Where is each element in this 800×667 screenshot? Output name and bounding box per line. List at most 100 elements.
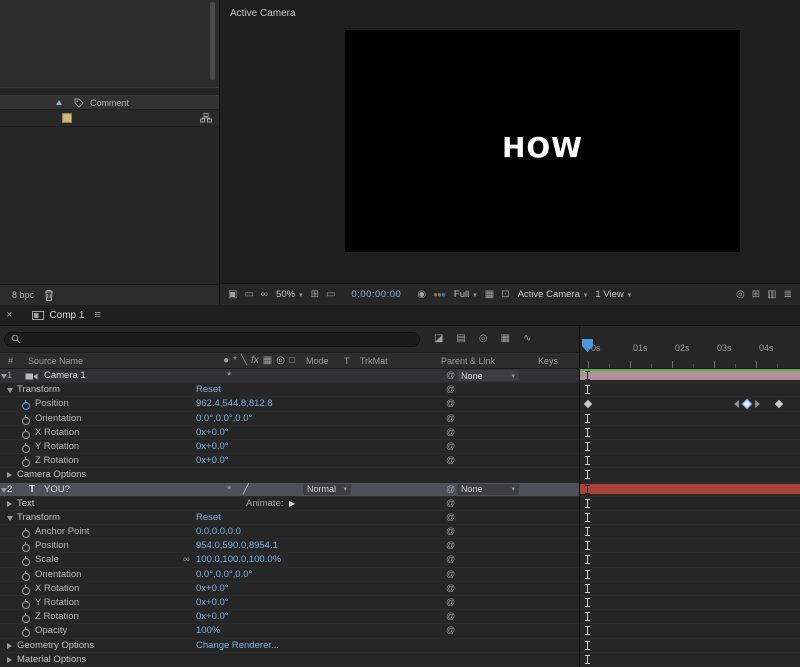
parent-pickwhip-icon[interactable]: @ [446,398,455,408]
property-name[interactable]: Position [35,540,69,551]
parent-pickwhip-icon[interactable]: @ [446,611,455,621]
parent-pickwhip-icon[interactable]: @ [446,554,455,564]
composition-frame[interactable]: HOW [345,30,740,252]
prev-keyframe-arrow[interactable] [734,400,739,408]
property-name[interactable]: Anchor Point [35,526,89,537]
fx-icon[interactable]: fx [251,356,259,366]
transparency-grid-icon[interactable]: ▦ [485,290,494,300]
column-source-name[interactable]: Source Name [28,356,83,366]
timeline-track-row[interactable] [580,582,800,596]
timeline-track-row[interactable] [580,468,800,482]
property-value[interactable]: 0x+0.0° [196,455,229,466]
property-name[interactable]: Opacity [35,625,67,636]
twirl-icon[interactable] [7,501,12,507]
collapse-transformations-icon[interactable]: * [233,356,237,366]
draft-3d-icon[interactable]: ▦ [501,334,510,344]
choose-grid-icon[interactable]: ⊞ [311,290,319,300]
collapse-switch-icon[interactable]: * [227,484,231,496]
next-keyframe-arrow[interactable] [755,400,760,408]
label-color-swatch[interactable] [62,113,72,123]
quality-icon[interactable]: ╲ [241,356,247,366]
property-name[interactable]: Geometry Options [17,640,94,651]
property-name[interactable]: Camera Options [17,469,86,480]
timeline-track-row[interactable] [580,383,800,397]
search-field[interactable] [4,332,420,347]
property-value[interactable]: 0.0°,0.0°,0.0° [196,413,252,424]
quality-switch-icon[interactable]: ╱ [243,484,249,495]
stopwatch-icon[interactable] [21,599,30,608]
property-value[interactable]: 0x+0.0° [196,597,229,608]
property-name[interactable]: Text [17,498,34,509]
property-name[interactable]: X Rotation [35,583,79,594]
property-row[interactable]: Y Rotation0x+0.0°@ [0,440,579,454]
parent-pickwhip-icon[interactable]: @ [446,484,455,494]
pixel-aspect-correction-icon[interactable]: ◎ [736,290,745,300]
camera-view-dropdown[interactable]: Active Camera [518,289,588,300]
snapshot-icon[interactable]: ◉ [417,290,426,300]
property-name[interactable]: Y Rotation [35,441,79,452]
parent-link-dropdown[interactable]: None [457,370,519,381]
twirl-icon[interactable] [7,657,12,663]
timeline-track-row[interactable] [580,653,800,667]
property-name[interactable]: Material Options [17,654,86,665]
timeline-button-icon[interactable]: ▥ [767,290,776,300]
property-name[interactable]: Z Rotation [35,455,79,466]
property-row[interactable]: Y Rotation0x+0.0°@ [0,596,579,610]
twirl-icon[interactable] [7,643,12,649]
property-name[interactable]: Orientation [35,569,81,580]
timeline-track-row[interactable] [580,483,800,497]
parent-pickwhip-icon[interactable]: @ [446,540,455,550]
parent-pickwhip-icon[interactable]: @ [446,625,455,635]
stopwatch-icon[interactable] [21,542,30,551]
keyframe-icon[interactable] [775,400,783,408]
show-channel-icon[interactable]: ● [433,291,438,299]
parent-pickwhip-icon[interactable]: @ [446,455,455,465]
timeline-track-row[interactable] [580,397,800,411]
property-value[interactable]: 100.0,100.0,100.0% [196,554,281,565]
parent-pickwhip-icon[interactable]: @ [446,512,455,522]
3d-layer-icon[interactable]: □ [289,356,295,366]
parent-pickwhip-icon[interactable]: @ [446,413,455,423]
timeline-track-row[interactable] [580,440,800,454]
property-row[interactable]: Orientation0.0°,0.0°,0.0°@ [0,412,579,426]
guides-options-icon[interactable]: ⊡ [501,290,509,300]
stopwatch-icon[interactable] [21,613,30,622]
property-value[interactable]: 0x+0.0° [196,441,229,452]
property-value[interactable]: 0.0,0.0,0.0 [196,526,241,537]
layer-duration-bar[interactable] [580,370,800,380]
timeline-track-row[interactable] [580,497,800,511]
timeline-track-row[interactable] [580,412,800,426]
panel-menu-icon[interactable]: ≡ [94,309,100,321]
property-value[interactable]: 0.0°,0.0°,0.0° [196,569,252,580]
property-value[interactable]: 100% [196,625,220,636]
parent-pickwhip-icon[interactable]: @ [446,370,455,380]
stopwatch-icon[interactable] [21,415,30,424]
timeline-track-row[interactable] [580,610,800,624]
link-dimensions-icon[interactable]: ∞ [183,554,190,565]
project-item-row[interactable] [0,110,219,127]
property-name[interactable]: Y Rotation [35,597,79,608]
stopwatch-icon[interactable] [21,571,30,580]
property-value[interactable]: 0x+0.0° [196,427,229,438]
stopwatch-icon[interactable] [21,429,30,438]
timeline-track-row[interactable] [580,525,800,539]
layer-row[interactable]: 2TYOU?*╱Normal@None [0,483,579,497]
stopwatch-icon[interactable] [21,443,30,452]
property-row[interactable]: Z Rotation0x+0.0°@ [0,610,579,624]
property-name[interactable]: Position [35,398,69,409]
column-parent-link[interactable]: Parent & Link [441,356,495,366]
timeline-track-row[interactable] [580,553,800,567]
scrollbar[interactable] [210,2,215,80]
timeline-track-row[interactable] [580,568,800,582]
property-row[interactable]: Scale∞100.0,100.0,100.0%@ [0,553,579,567]
tab-comp-1[interactable]: Comp 1 [32,310,84,321]
timeline-track-row[interactable] [580,624,800,638]
hide-shy-icon[interactable]: ◪ [434,334,443,344]
parent-link-dropdown[interactable]: None [457,484,519,495]
parent-pickwhip-icon[interactable]: @ [446,583,455,593]
view-layout-dropdown[interactable]: 1 View [595,289,631,300]
motion-blur-switch-icon[interactable]: ◎ [479,334,488,344]
fast-previews-icon[interactable]: ⊞ [752,290,760,300]
property-name[interactable]: Z Rotation [35,611,79,622]
resolution-dropdown[interactable]: Full [454,289,477,300]
